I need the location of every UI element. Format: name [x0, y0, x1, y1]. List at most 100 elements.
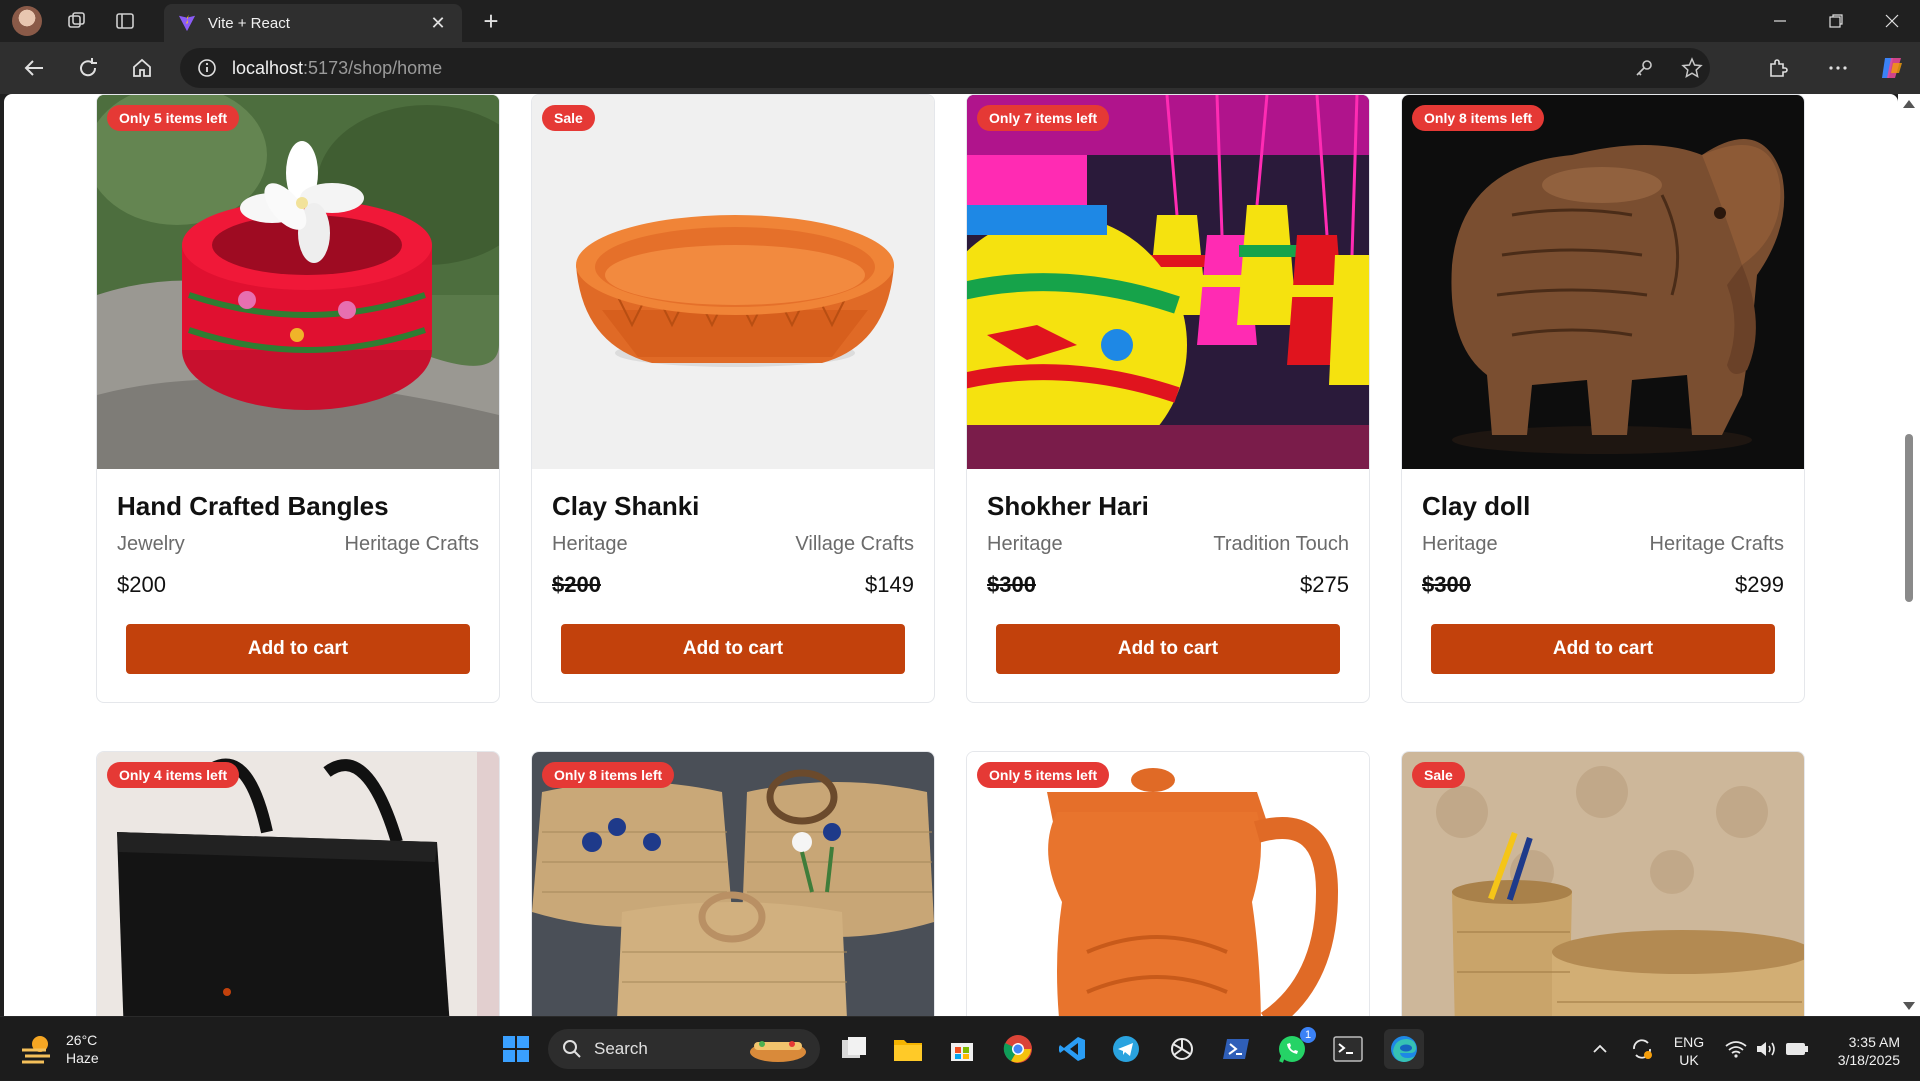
microsoft-store-icon[interactable]: [942, 1029, 982, 1069]
site-info-icon[interactable]: [196, 57, 218, 79]
restore-button[interactable]: [1808, 0, 1864, 42]
product-meta: Heritage Tradition Touch: [987, 533, 1349, 556]
product-info: Shokher Hari Heritage Tradition Touch $3…: [967, 469, 1369, 702]
show-hidden-icons-chevron-icon[interactable]: [1586, 1017, 1614, 1081]
product-card[interactable]: Only 8 items left: [531, 751, 935, 1016]
add-to-cart-button[interactable]: Add to cart: [1431, 624, 1775, 674]
search-label: Search: [594, 1039, 648, 1058]
whatsapp-notification-badge: 1: [1300, 1027, 1316, 1043]
sale-badge: Sale: [542, 105, 595, 131]
add-to-cart-button[interactable]: Add to cart: [126, 624, 470, 674]
tab-close-icon[interactable]: ✕: [428, 13, 448, 34]
product-card-hand-crafted-bangles[interactable]: Only 5 items left Hand Crafted Bangles J…: [96, 94, 500, 703]
more-options-icon[interactable]: [1820, 50, 1856, 86]
product-image[interactable]: Only 7 items left: [967, 95, 1369, 469]
url-text[interactable]: localhost:5173/shop/home: [232, 58, 442, 79]
key-icon[interactable]: [1626, 48, 1662, 88]
sync-status-icon[interactable]: [1626, 1017, 1658, 1081]
haze-weather-icon: [22, 1036, 50, 1064]
edge-browser-icon[interactable]: [1384, 1029, 1424, 1069]
chrome-icon[interactable]: [998, 1029, 1038, 1069]
stock-badge: Only 8 items left: [1412, 105, 1545, 131]
task-view-icon[interactable]: [834, 1029, 874, 1069]
product-image[interactable]: Only 5 items left: [967, 752, 1369, 1016]
product-image[interactable]: Sale: [1402, 752, 1804, 1016]
product-image[interactable]: Only 8 items left: [1402, 95, 1804, 469]
windows-taskbar: 26°C Haze Search 1 ENG UK 3:35 AM 3/18/2…: [0, 1016, 1920, 1080]
product-card[interactable]: Sale: [1401, 751, 1805, 1016]
product-meta: Heritage Village Crafts: [552, 533, 914, 556]
original-price: $200: [552, 572, 601, 597]
scrollbar-thumb[interactable]: [1905, 434, 1913, 602]
product-title[interactable]: Clay doll: [1422, 491, 1784, 523]
vertical-tabs-icon[interactable]: [112, 8, 138, 34]
product-category: Heritage: [1422, 533, 1498, 555]
chatgpt-icon[interactable]: [1162, 1029, 1202, 1069]
product-category: Jewelry: [117, 533, 185, 555]
product-prices: $300 $275: [987, 572, 1349, 598]
product-info: Hand Crafted Bangles Jewelry Heritage Cr…: [97, 469, 499, 702]
minimize-button[interactable]: [1752, 0, 1808, 42]
product-title[interactable]: Clay Shanki: [552, 491, 914, 523]
wifi-icon[interactable]: [1722, 1017, 1750, 1081]
product-card-shokher-hari[interactable]: Only 7 items left Shokher Hari Heritage …: [966, 94, 1370, 703]
product-card[interactable]: Only 5 items left: [966, 751, 1370, 1016]
product-image[interactable]: Sale: [532, 95, 934, 469]
profile-avatar[interactable]: [12, 6, 42, 36]
product-card-clay-shanki[interactable]: Sale Clay Shanki Heritage Village Crafts…: [531, 94, 935, 703]
product-title[interactable]: Shokher Hari: [987, 491, 1349, 523]
new-tab-button[interactable]: +: [476, 7, 506, 35]
stock-badge: Only 5 items left: [107, 105, 240, 131]
stock-badge: Only 7 items left: [977, 105, 1110, 131]
url-path: :5173/shop/home: [303, 57, 443, 78]
favorite-star-icon[interactable]: [1674, 48, 1710, 88]
home-button[interactable]: [124, 50, 160, 86]
product-meta: Jewelry Heritage Crafts: [117, 533, 479, 556]
weather-temperature: 26°C: [66, 1032, 98, 1048]
browser-tab-active[interactable]: Vite + React ✕: [164, 4, 462, 42]
product-prices: $300 $299: [1422, 572, 1784, 598]
battery-icon[interactable]: [1782, 1017, 1812, 1081]
product-price: $275: [1300, 572, 1349, 597]
sale-badge: Sale: [1412, 762, 1465, 788]
search-highlight-icon: [750, 1041, 806, 1062]
language-code: ENG: [1673, 1034, 1705, 1050]
language-indicator[interactable]: ENG UK: [1672, 1033, 1706, 1069]
product-image[interactable]: Only 8 items left: [532, 752, 934, 1016]
scroll-down-arrow-icon[interactable]: [1903, 1002, 1915, 1010]
vscode-icon[interactable]: [1052, 1029, 1092, 1069]
workspaces-icon[interactable]: [64, 8, 90, 34]
terminal-icon[interactable]: [1328, 1029, 1368, 1069]
copilot-icon[interactable]: [1874, 50, 1910, 86]
product-image[interactable]: Only 4 items left: [97, 752, 499, 1016]
product-title[interactable]: Hand Crafted Bangles: [117, 491, 479, 523]
product-info: Clay Shanki Heritage Village Crafts $200…: [532, 469, 934, 702]
extensions-icon[interactable]: [1760, 50, 1796, 86]
product-card[interactable]: Only 4 items left: [96, 751, 500, 1016]
weather-widget[interactable]: 26°C Haze: [20, 1031, 99, 1067]
add-to-cart-button[interactable]: Add to cart: [996, 624, 1340, 674]
url-host: localhost: [232, 57, 304, 78]
start-button[interactable]: [496, 1029, 536, 1069]
tab-title: Vite + React: [208, 14, 290, 32]
add-to-cart-button[interactable]: Add to cart: [561, 624, 905, 674]
product-image[interactable]: Only 5 items left: [97, 95, 499, 469]
volume-icon[interactable]: [1752, 1017, 1780, 1081]
back-button[interactable]: [16, 50, 52, 86]
scroll-up-arrow-icon[interactable]: [1903, 100, 1915, 108]
product-seller: Heritage Crafts: [1649, 533, 1785, 555]
address-bar[interactable]: localhost:5173/shop/home: [180, 48, 1710, 88]
page-scrollbar[interactable]: [1898, 94, 1920, 1016]
refresh-button[interactable]: [70, 50, 106, 86]
system-clock[interactable]: 3:35 AM 3/18/2025: [1824, 1033, 1900, 1069]
product-info: Clay doll Heritage Heritage Crafts $300 …: [1402, 469, 1804, 702]
original-price: $300: [1422, 572, 1471, 597]
powershell-icon[interactable]: [1216, 1029, 1256, 1069]
original-price: $300: [987, 572, 1036, 597]
telegram-icon[interactable]: [1106, 1029, 1146, 1069]
product-card-clay-doll[interactable]: Only 8 items left Clay doll Heritage Her…: [1401, 94, 1805, 703]
close-window-button[interactable]: [1864, 0, 1920, 42]
taskbar-search[interactable]: Search: [548, 1029, 820, 1069]
file-explorer-icon[interactable]: [888, 1029, 928, 1069]
product-prices: $200: [117, 572, 479, 598]
